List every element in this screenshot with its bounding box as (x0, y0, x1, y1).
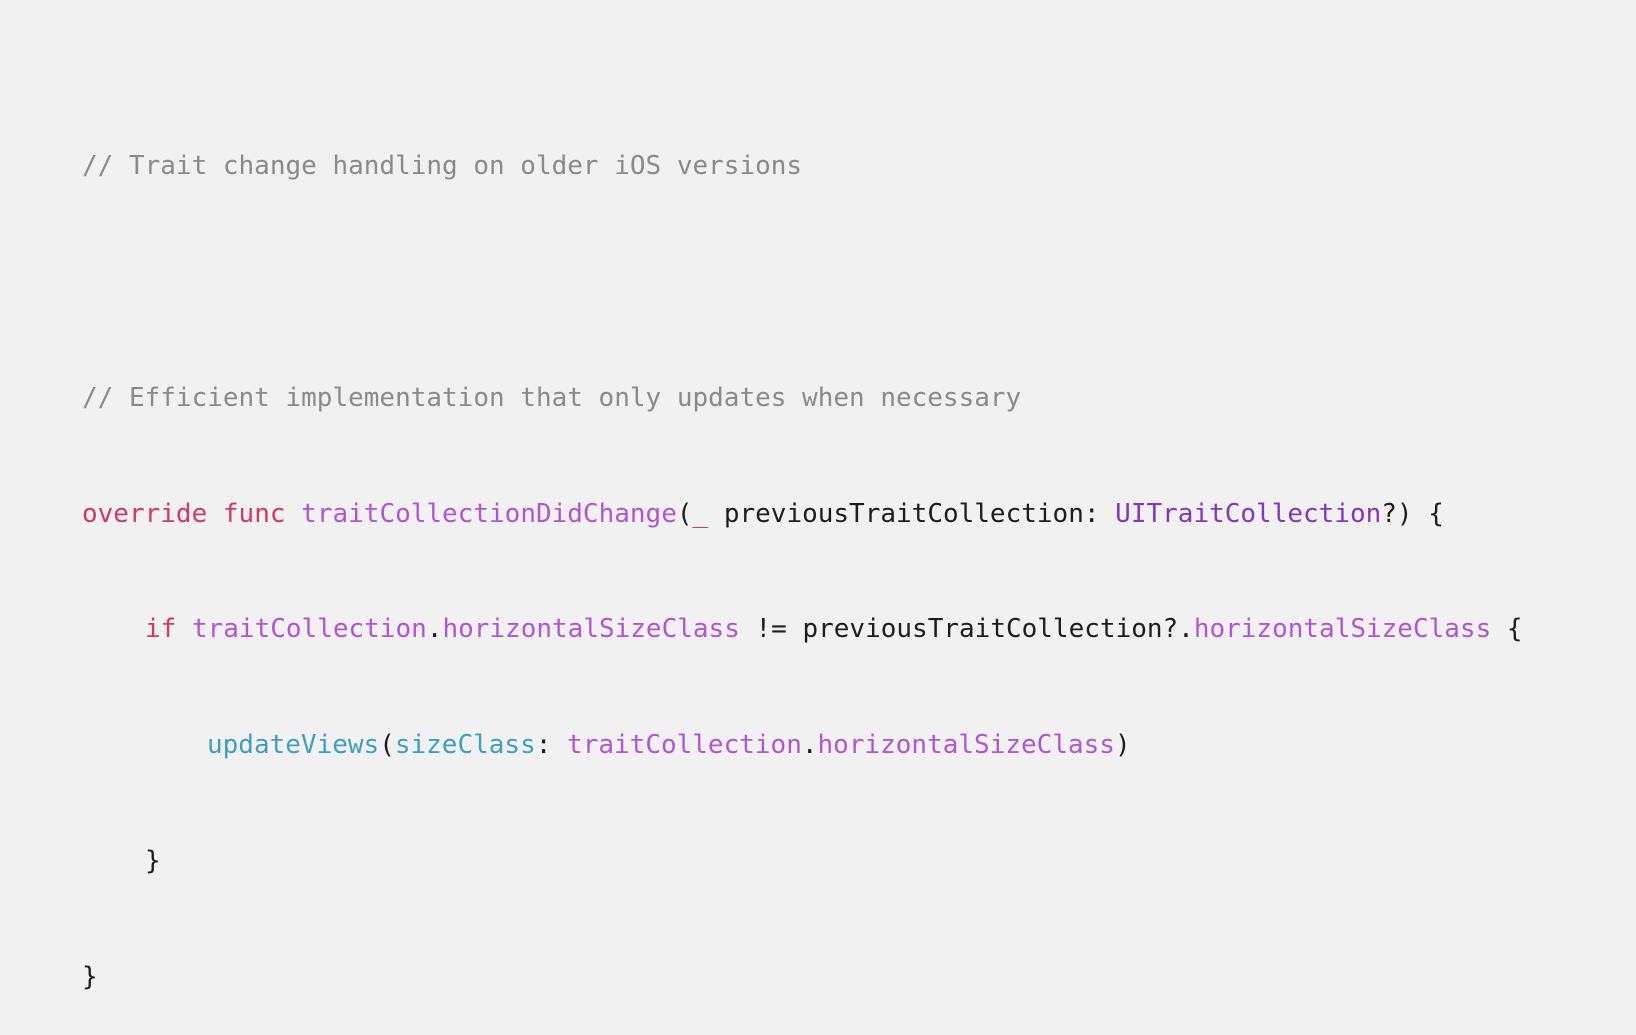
code-line-close-func: } (82, 958, 1523, 997)
dot: . (801, 730, 818, 761)
parameter-name: previousTraitCollection: (708, 498, 1116, 529)
call-name: updateViews (207, 730, 380, 761)
keyword-func: func (222, 498, 286, 529)
comparison: != previousTraitCollection?. (739, 614, 1194, 645)
signature-tail: ?) { (1381, 498, 1444, 529)
colon: : (535, 730, 568, 761)
keyword-override: override (82, 498, 208, 529)
object-name: traitCollection (567, 730, 802, 761)
brace-close: } (145, 845, 161, 876)
function-name: traitCollectionDidChange (301, 498, 677, 529)
paren-open: ( (379, 730, 395, 761)
property-name: horizontalSizeClass (442, 614, 740, 645)
comment-text: // Trait change handling on older iOS ve… (82, 151, 803, 182)
brace-open: { (1491, 614, 1523, 645)
paren-open: ( (676, 498, 693, 529)
code-line-func-signature: override func traitCollectionDidChange(_… (82, 495, 1523, 534)
dot: . (426, 614, 443, 645)
code-line-call: updateViews(sizeClass: traitCollection.h… (82, 726, 1523, 765)
property-name: horizontalSizeClass (817, 730, 1115, 761)
keyword-if: if (145, 614, 177, 645)
underscore-label: _ (692, 498, 709, 529)
code-line-if-statement: if traitCollection.horizontalSizeClass !… (82, 610, 1523, 649)
brace-close: } (82, 961, 98, 992)
type-name: UITraitCollection (1115, 498, 1382, 529)
code-line-comment-2: // Efficient implementation that only up… (82, 379, 1523, 418)
object-name: traitCollection (191, 614, 427, 645)
code-line-comment-1: // Trait change handling on older iOS ve… (82, 147, 1523, 186)
property-name: horizontalSizeClass (1193, 614, 1492, 645)
comment-text: // Efficient implementation that only up… (82, 382, 1022, 413)
code-block: // Trait change handling on older iOS ve… (82, 70, 1523, 1035)
code-line-close-if: } (82, 842, 1523, 881)
paren-close: ) (1114, 730, 1131, 761)
argument-label: sizeClass (394, 730, 536, 761)
